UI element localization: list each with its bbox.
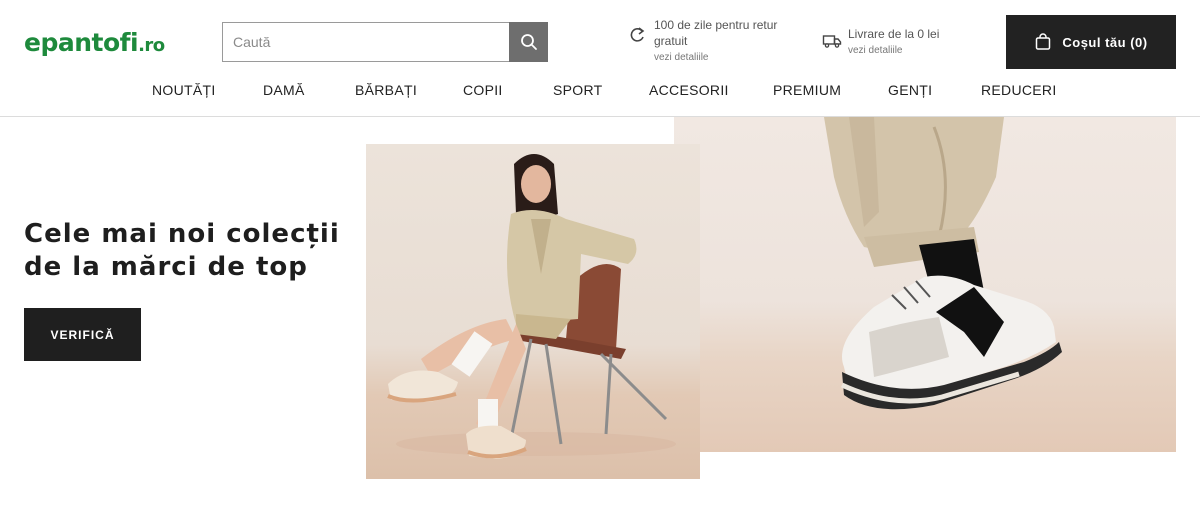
logo-brand: epantofi xyxy=(24,28,139,57)
hero-title-line-1: Cele mai noi colecții xyxy=(24,219,340,249)
free-return-text: 100 de zile pentru retur gratuit xyxy=(654,18,778,48)
hero-title: Cele mai noi colecții de la mărci de top xyxy=(24,218,344,284)
delivery-details-link[interactable]: vezi detaliile xyxy=(848,43,939,59)
logo-tld: .ro xyxy=(138,35,165,56)
hero-title-line-2: de la mărci de top xyxy=(24,252,308,282)
free-return-details-link[interactable]: vezi detaliile xyxy=(654,50,798,66)
truck-icon xyxy=(822,35,842,48)
shopping-bag-icon xyxy=(1036,33,1051,50)
search-button[interactable] xyxy=(509,22,548,62)
delivery-text: Livrare de la 0 lei xyxy=(848,27,940,41)
delivery-info[interactable]: Livrare de la 0 lei vezi detaliile xyxy=(822,26,972,59)
nav-item-noutati[interactable]: NOUTĂȚI xyxy=(152,82,216,98)
cart-button[interactable]: Coșul tău (0) xyxy=(1006,15,1176,69)
nav-item-reduceri[interactable]: REDUCERI xyxy=(981,82,1057,98)
search-icon xyxy=(520,34,537,50)
nav-item-dama[interactable]: DAMĂ xyxy=(263,82,305,98)
hero-image-sneakers[interactable] xyxy=(674,117,1176,452)
nav-item-genti[interactable]: GENȚI xyxy=(888,82,932,98)
site-logo[interactable]: epantofi.ro xyxy=(24,28,165,57)
nav-item-sport[interactable]: SPORT xyxy=(553,82,602,98)
nav-item-accesorii[interactable]: ACCESORII xyxy=(649,82,729,98)
search-bar xyxy=(222,22,548,62)
nav-item-copii[interactable]: COPII xyxy=(463,82,503,98)
cart-label: Coșul tău (0) xyxy=(1062,34,1148,50)
hero-image-woman-chair[interactable] xyxy=(366,144,700,479)
nav-item-premium[interactable]: PREMIUM xyxy=(773,82,841,98)
search-input[interactable] xyxy=(222,22,509,62)
site-header: epantofi.ro 100 de zile pentru retur gra… xyxy=(0,0,1200,117)
free-return-info[interactable]: 100 de zile pentru retur gratuit vezi de… xyxy=(628,17,798,66)
main-nav: NOUTĂȚI DAMĂ BĂRBAȚI COPII SPORT ACCESOR… xyxy=(0,82,1200,104)
hero-cta-button[interactable]: VERIFICĂ xyxy=(24,308,141,361)
return-arrow-icon xyxy=(630,27,645,42)
nav-item-barbati[interactable]: BĂRBAȚI xyxy=(355,82,417,98)
